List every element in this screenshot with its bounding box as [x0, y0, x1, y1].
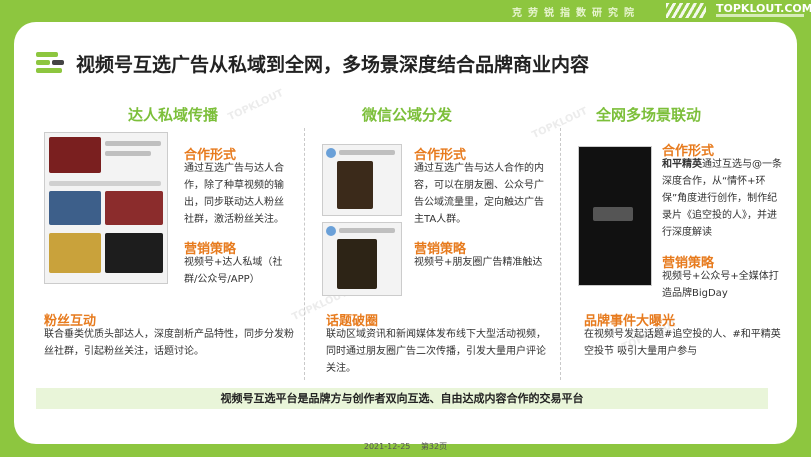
section-text: 通过互选广告与达人合作的内容，可以在朋友圈、公众号广告公域流量里，定向触达广告主… [414, 163, 544, 225]
documentary-video-screenshot [578, 146, 652, 286]
footer-date: 2021-12-25 [363, 442, 411, 451]
section-text: 和平精英通过互选与@一条深度合作，从“情怀+环保”角度进行创作，制作纪录片《追空… [662, 156, 782, 241]
brand-underline [716, 14, 804, 17]
top-bar: 克劳锐指数研究院 TOPKLOUT.COM [0, 0, 811, 22]
brand-lead: 和平精英 [662, 159, 702, 170]
section-text: 通过互选广告与达人合作，除了种草视频的输出，同步联动达人粉丝社群，激活粉丝关注。 [184, 163, 284, 225]
section-text: 在视频号发起话题#追空投的人、#和平精英空投节 吸引大量用户参与 [584, 329, 781, 357]
column-heading: 达人私域传播 [128, 106, 219, 124]
column-heading: 全网多场景联动 [596, 106, 702, 124]
column-divider [560, 128, 561, 380]
title-bars-icon [36, 52, 66, 74]
section-text: 联合垂类优质头部达人，深度剖析产品特性，同步分发粉丝社群，引起粉丝关注，话题讨论… [44, 329, 294, 357]
section-text: 联动区域资讯和新闻媒体发布线下大型活动视频，同时通过朋友圈广告二次传播，引发大量… [326, 329, 546, 374]
moments-ad-screenshot [322, 144, 402, 216]
section-text: 视频号+达人私域（社群/公众号/APP） [184, 257, 283, 285]
page-title: 视频号互选广告从私域到全网，多场景深度结合品牌商业内容 [76, 54, 590, 76]
footer: 2021-12-25 第32页 [0, 441, 811, 452]
stripes-decoration [666, 3, 706, 18]
section-text: 视频号+朋友圈广告精准触达 [414, 257, 543, 268]
summary-banner: 视频号互选平台是品牌方与创作者双向互选、自由达成内容合作的交易平台 [36, 388, 768, 409]
section-text: 视频号+公众号+全媒体打造品牌BigDay [662, 271, 779, 299]
moments-ad-screenshot-2 [322, 222, 402, 296]
org-name: 克劳锐指数研究院 [512, 8, 640, 19]
footer-page: 第32页 [420, 442, 448, 451]
section-text-body: 通过互选与@一条深度合作，从“情怀+环保”角度进行创作，制作纪录片《追空投的人》… [662, 159, 782, 238]
column-divider [304, 128, 305, 380]
video-feed-screenshot [44, 132, 168, 284]
column-heading: 微信公域分发 [362, 106, 453, 124]
